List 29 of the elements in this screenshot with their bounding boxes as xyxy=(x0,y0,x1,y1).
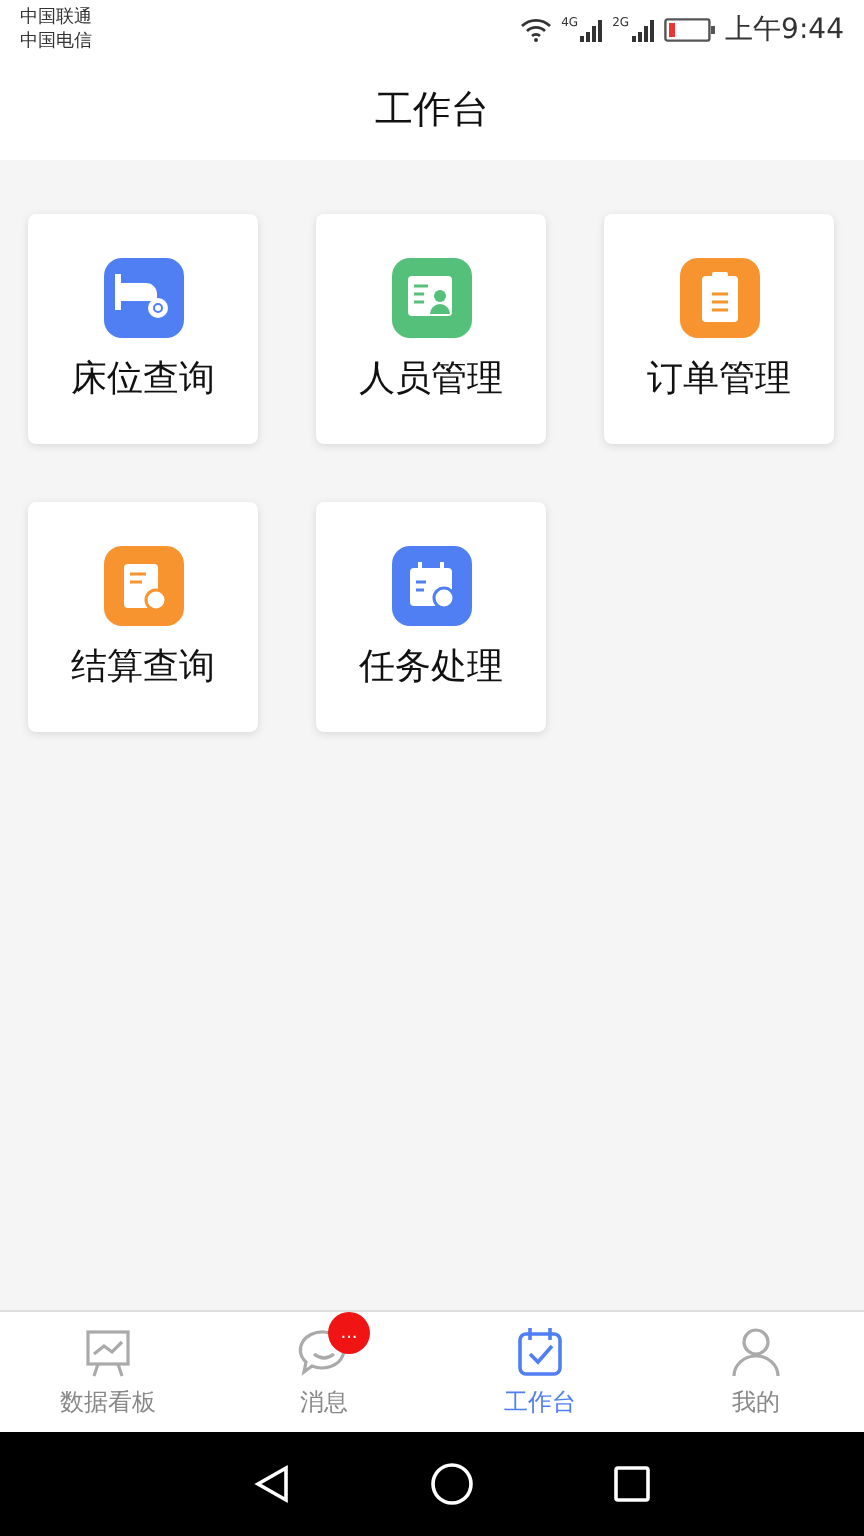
home-icon[interactable] xyxy=(430,1462,474,1506)
carrier-name: 中国电信 xyxy=(20,30,92,54)
board-icon xyxy=(80,1324,136,1380)
tile-label: 结算查询 xyxy=(71,643,215,689)
back-icon[interactable] xyxy=(254,1464,290,1504)
menu-tile[interactable]: 结算查询 xyxy=(28,502,258,732)
menu-tile[interactable]: 订单管理 xyxy=(604,214,834,444)
menu-tile[interactable]: 床位查询 xyxy=(28,214,258,444)
tab-item[interactable]: 我的 xyxy=(648,1312,864,1432)
wifi-icon xyxy=(519,18,552,42)
tab-item[interactable]: 数据看板 xyxy=(0,1312,216,1432)
tab-item[interactable]: ... 消息 xyxy=(216,1312,432,1432)
person-icon xyxy=(728,1324,784,1380)
page-title: 工作台 xyxy=(375,86,489,136)
tile-label: 人员管理 xyxy=(359,355,503,401)
battery-icon xyxy=(663,18,716,42)
tab-item[interactable]: 工作台 xyxy=(432,1312,648,1432)
tile-label: 订单管理 xyxy=(647,355,791,401)
tile-label: 床位查询 xyxy=(71,355,215,401)
signal-icon xyxy=(629,18,654,42)
tile-label: 任务处理 xyxy=(359,643,503,689)
menu-tile[interactable]: 任务处理 xyxy=(316,502,546,732)
unread-badge: ... xyxy=(328,1312,370,1354)
carrier-name: 中国联通 xyxy=(20,6,92,30)
status-time: 上午9:44 xyxy=(725,12,844,48)
menu-tile[interactable]: 人员管理 xyxy=(316,214,546,444)
recents-icon[interactable] xyxy=(614,1466,650,1502)
signal-icon xyxy=(578,18,603,42)
calendar-check-icon xyxy=(512,1324,568,1380)
